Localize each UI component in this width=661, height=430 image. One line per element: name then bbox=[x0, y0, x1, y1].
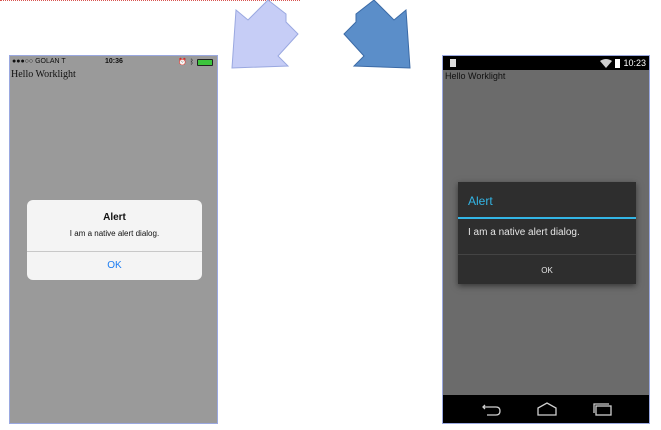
android-alert-dialog: Alert I am a native alert dialog. OK bbox=[458, 182, 636, 284]
ok-button[interactable]: OK bbox=[458, 266, 636, 275]
home-icon[interactable] bbox=[535, 401, 559, 417]
android-status-bar: 10:23 bbox=[443, 56, 649, 70]
carrier-label: ●●●○○ GOLAN T bbox=[12, 58, 66, 65]
back-icon[interactable] bbox=[479, 401, 503, 417]
status-time: 10:36 bbox=[105, 58, 123, 65]
status-icons: 10:23 bbox=[600, 58, 646, 68]
alert-divider bbox=[27, 251, 202, 252]
wifi-icon bbox=[600, 58, 613, 68]
button-divider bbox=[458, 254, 636, 255]
alarm-icon: ⏰ bbox=[178, 59, 187, 66]
alert-message: I am a native alert dialog. bbox=[69, 229, 160, 238]
alert-message: I am a native alert dialog. bbox=[468, 227, 580, 238]
app-title: Hello Worklight bbox=[11, 69, 76, 80]
ios-phone-screen: ●●●○○ GOLAN T 10:36 ⏰ ᛒ Hello Worklight … bbox=[9, 55, 218, 424]
recents-icon[interactable] bbox=[591, 401, 615, 417]
battery-icon bbox=[615, 58, 621, 68]
alert-title: Alert bbox=[468, 194, 493, 208]
arrow-down-right-icon bbox=[343, 0, 411, 69]
ok-button[interactable]: OK bbox=[27, 260, 202, 271]
android-phone-screen: 10:23 Hello Worklight Alert I am a nativ… bbox=[442, 55, 650, 424]
navigation-bar bbox=[443, 395, 649, 423]
notification-icon bbox=[450, 59, 456, 67]
app-title: Hello Worklight bbox=[445, 71, 506, 81]
status-time: 10:23 bbox=[623, 58, 646, 68]
ios-status-bar: ●●●○○ GOLAN T 10:36 ⏰ ᛒ bbox=[10, 56, 217, 68]
title-divider bbox=[458, 217, 636, 219]
arrow-down-left-icon bbox=[231, 0, 299, 69]
bluetooth-icon: ᛒ bbox=[189, 58, 194, 66]
ios-alert-dialog: Alert I am a native alert dialog. OK bbox=[27, 200, 202, 280]
alert-title: Alert bbox=[103, 212, 126, 223]
battery-icon bbox=[197, 58, 213, 66]
status-icons: ⏰ ᛒ bbox=[178, 58, 213, 66]
